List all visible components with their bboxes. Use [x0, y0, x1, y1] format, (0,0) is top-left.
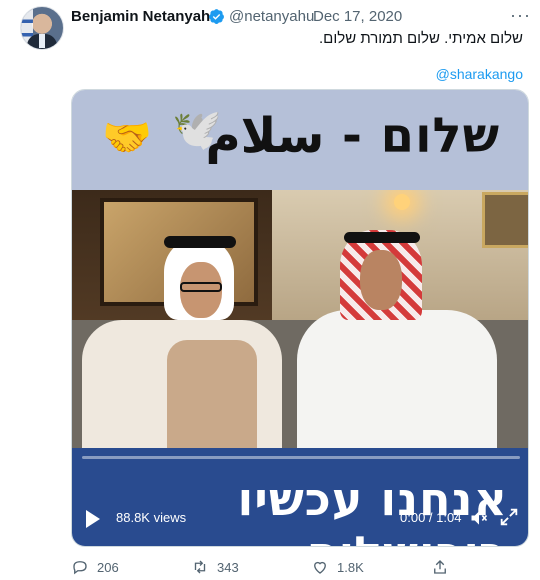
- reply-count: 206: [97, 559, 119, 575]
- more-horizontal-icon[interactable]: ···: [510, 5, 531, 26]
- video-player[interactable]: 🤝 🕊️ שלום - سلام אנחנו עכשיו 88.8K views…: [71, 89, 529, 547]
- retweet-icon: [194, 560, 206, 574]
- avatar[interactable]: [20, 6, 64, 50]
- video-progress-bar[interactable]: [82, 456, 520, 459]
- verified-badge-icon: [209, 9, 224, 24]
- tweet-card: Benjamin Netanyahu @netanyahu · Dec 17, …: [0, 0, 540, 580]
- person-right-igal: [344, 232, 420, 243]
- view-count: 88.8K views: [116, 510, 187, 525]
- retweet-count: 343: [217, 559, 239, 575]
- mention-link[interactable]: @sharakango: [436, 66, 523, 82]
- tweet-date[interactable]: Dec 17, 2020: [313, 8, 402, 25]
- video-time: 0:00 / 1:04: [400, 510, 462, 525]
- person-right-body: [297, 310, 497, 448]
- share-button[interactable]: [431, 556, 457, 578]
- separator-dot: ·: [302, 8, 307, 25]
- video-header-band: 🤝 🕊️ שלום - سلام: [72, 90, 528, 190]
- fullscreen-icon[interactable]: [498, 506, 520, 528]
- reply-button[interactable]: 206: [71, 556, 119, 578]
- person-right-face: [360, 250, 402, 310]
- person-left-glasses: [180, 282, 222, 292]
- handshake-icon: 🤝: [102, 116, 152, 160]
- retweet-button[interactable]: 343: [191, 556, 239, 578]
- volume-icon[interactable]: [468, 508, 490, 528]
- reply-icon: [73, 561, 87, 575]
- person-left-vest: [167, 340, 257, 448]
- heart-icon: [314, 561, 326, 574]
- play-icon[interactable]: [86, 510, 100, 528]
- video-header-text: שלום - سلام: [205, 108, 500, 164]
- avatar-shirt: [39, 34, 45, 48]
- author-name[interactable]: Benjamin Netanyahu: [71, 8, 219, 25]
- video-subtitle-band: אנחנו עכשיו בירושלים 88.8K views 0:00 / …: [72, 448, 528, 546]
- like-count: 1.8K: [337, 559, 364, 575]
- picture-frame: [482, 192, 528, 248]
- like-button[interactable]: 1.8K: [311, 556, 364, 578]
- tweet-text: שלום אמיתי. שלום תמורת שלום.: [319, 30, 523, 47]
- video-frame[interactable]: [72, 190, 528, 448]
- person-left-igal: [164, 236, 236, 248]
- tweet-actions: 206 343 1.8K: [71, 556, 531, 578]
- share-icon: [434, 560, 446, 574]
- lamp: [394, 194, 410, 210]
